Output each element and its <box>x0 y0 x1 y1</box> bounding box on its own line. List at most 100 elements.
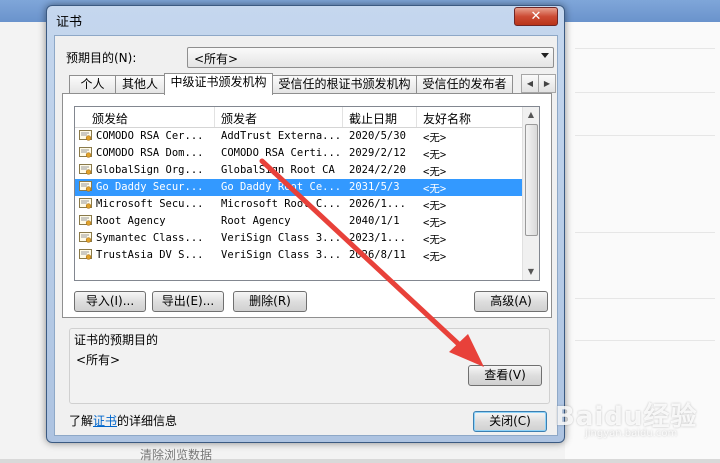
close-icon: ✕ <box>530 9 542 24</box>
cell-friendly-name: <无> <box>423 251 447 263</box>
background-divider <box>575 48 715 49</box>
list-scrollbar[interactable]: ▲ ▼ <box>522 107 539 280</box>
background-divider <box>575 92 715 93</box>
advanced-button[interactable]: 高级(A) <box>474 291 548 312</box>
cell-expiration: 2026/1... <box>349 198 406 210</box>
cell-issued-by: Go Daddy Root Ce... <box>221 181 342 193</box>
column-friendly-name[interactable]: 友好名称 <box>423 110 471 127</box>
background-divider <box>575 232 715 233</box>
table-row[interactable]: TrustAsia DV S... VeriSign Class 3... 2026… <box>75 247 522 264</box>
cell-issued-by: Root Agency <box>221 215 291 227</box>
column-expiration[interactable]: 截止日期 <box>349 110 397 127</box>
cell-friendly-name: <无> <box>423 217 447 229</box>
certificate-list[interactable]: 颁发给 颁发者 截止日期 友好名称 COMODO RSA Cer... AddTr… <box>74 106 540 281</box>
cell-expiration: 2031/5/3 <box>349 181 400 193</box>
purpose-dropdown[interactable]: <所有> <box>187 47 554 68</box>
scrollbar-thumb[interactable] <box>525 124 538 236</box>
cell-expiration: 2026/8/11 <box>349 249 406 261</box>
chevron-down-icon <box>541 53 549 58</box>
cell-issued-to: COMODO RSA Cer... <box>96 130 204 142</box>
cell-expiration: 2020/5/30 <box>349 130 406 142</box>
table-row[interactable]: Symantec Class... VeriSign Class 3... 2023… <box>75 230 522 247</box>
background-divider <box>575 298 715 299</box>
cell-issued-to: Symantec Class... <box>96 232 204 244</box>
table-row[interactable]: Go Daddy Secur... Go Daddy Root Ce... 2031… <box>75 179 522 196</box>
column-issued-by[interactable]: 颁发者 <box>221 110 257 127</box>
tab-trusted-root-ca[interactable]: 受信任的根证书颁发机构 <box>272 75 417 94</box>
certificate-icon <box>79 130 92 141</box>
background-divider <box>575 340 715 341</box>
learn-more-text: 了解证书的详细信息 <box>69 412 177 429</box>
cell-issued-by: VeriSign Class 3... <box>221 249 342 261</box>
tab-trusted-publishers[interactable]: 受信任的发布者 <box>416 75 513 94</box>
background-right-panel <box>565 22 720 459</box>
view-button[interactable]: 查看(V) <box>468 365 542 386</box>
cell-issued-to: Root Agency <box>96 215 166 227</box>
certificates-dialog: 证书 ✕ 预期目的(N): <所有> 个人 其他人 中级证书颁发机构 受信任的根… <box>46 5 565 443</box>
learn-more-prefix: 了解 <box>69 414 94 428</box>
certificate-icon <box>79 164 92 175</box>
cell-friendly-name: <无> <box>423 166 447 178</box>
cell-issued-by: Microsoft Root C... <box>221 198 342 210</box>
certificate-icon <box>79 198 92 209</box>
cell-friendly-name: <无> <box>423 200 447 212</box>
tab-scroll-left-icon[interactable]: ◀ <box>521 74 539 93</box>
cell-friendly-name: <无> <box>423 149 447 161</box>
certificate-icon <box>79 249 92 260</box>
window-close-button[interactable]: ✕ <box>514 7 558 26</box>
cell-friendly-name: <无> <box>423 132 447 144</box>
certificate-icon <box>79 181 92 192</box>
cell-issued-by: VeriSign Class 3... <box>221 232 342 244</box>
cell-expiration: 2023/1... <box>349 232 406 244</box>
baidu-watermark-url: jingyan.baidu.com <box>585 428 678 439</box>
cell-issued-to: Microsoft Secu... <box>96 198 204 210</box>
table-row[interactable]: GlobalSign Org... GlobalSign Root CA 2024/… <box>75 162 522 179</box>
certificate-icon <box>79 147 92 158</box>
table-row[interactable]: Microsoft Secu... Microsoft Root C... 2026… <box>75 196 522 213</box>
close-button[interactable]: 关闭(C) <box>473 411 547 432</box>
import-button[interactable]: 导入(I)... <box>74 291 146 312</box>
tab-personal[interactable]: 个人 <box>69 75 116 94</box>
cell-issued-by: COMODO RSA Certi... <box>221 147 342 159</box>
background-clear-browsing-data[interactable]: 清除浏览数据 <box>140 446 212 463</box>
cell-issued-to: Go Daddy Secur... <box>96 181 204 193</box>
cell-issued-to: TrustAsia DV S... <box>96 249 204 261</box>
cell-friendly-name: <无> <box>423 183 447 195</box>
table-row[interactable]: COMODO RSA Cer... AddTrust Externa... 2020… <box>75 128 522 145</box>
tab-strip: 个人 其他人 中级证书颁发机构 受信任的根证书颁发机构 受信任的发布者 ◀ ▶ <box>69 73 557 95</box>
scroll-up-icon[interactable]: ▲ <box>523 107 539 123</box>
scroll-down-icon[interactable]: ▼ <box>523 264 539 280</box>
remove-button[interactable]: 删除(R) <box>233 291 307 312</box>
cell-issued-by: GlobalSign Root CA <box>221 164 335 176</box>
group-title: 证书的预期目的 <box>74 333 159 347</box>
column-issued-to[interactable]: 颁发给 <box>92 110 128 127</box>
intended-purposes-group: 证书的预期目的 <所有> 查看(V) <box>69 328 550 404</box>
tab-other-people[interactable]: 其他人 <box>115 75 165 94</box>
cell-issued-to: GlobalSign Org... <box>96 164 204 176</box>
cell-expiration: 2029/2/12 <box>349 147 406 159</box>
dialog-titlebar: 证书 ✕ <box>47 6 564 32</box>
cell-issued-by: AddTrust Externa... <box>221 130 342 142</box>
tab-intermediate-ca[interactable]: 中级证书颁发机构 <box>164 73 273 95</box>
column-divider[interactable] <box>214 107 215 127</box>
cell-friendly-name: <无> <box>423 234 447 246</box>
purpose-dropdown-value: <所有> <box>194 52 239 66</box>
tab-panel: 颁发给 颁发者 截止日期 友好名称 COMODO RSA Cer... AddTr… <box>62 93 552 318</box>
cell-issued-to: COMODO RSA Dom... <box>96 147 204 159</box>
list-header: 颁发给 颁发者 截止日期 友好名称 <box>75 107 522 128</box>
group-purpose-value: <所有> <box>76 353 121 367</box>
column-divider[interactable] <box>342 107 343 127</box>
column-divider[interactable] <box>416 107 417 127</box>
table-row[interactable]: COMODO RSA Dom... COMODO RSA Certi... 2029… <box>75 145 522 162</box>
certificate-icon <box>79 215 92 226</box>
tab-scroll-right-icon[interactable]: ▶ <box>538 74 556 93</box>
export-button[interactable]: 导出(E)... <box>152 291 224 312</box>
table-row[interactable]: Root Agency Root Agency 2040/1/1 <无> <box>75 213 522 230</box>
purpose-label: 预期目的(N): <box>66 51 137 65</box>
cell-expiration: 2024/2/20 <box>349 164 406 176</box>
background-divider <box>575 135 715 136</box>
learn-more-suffix: 的详细信息 <box>117 414 178 428</box>
certificates-help-link[interactable]: 证书 <box>93 414 117 428</box>
dialog-client-area: 预期目的(N): <所有> 个人 其他人 中级证书颁发机构 受信任的根证书颁发机… <box>54 35 558 436</box>
certificate-icon <box>79 232 92 243</box>
